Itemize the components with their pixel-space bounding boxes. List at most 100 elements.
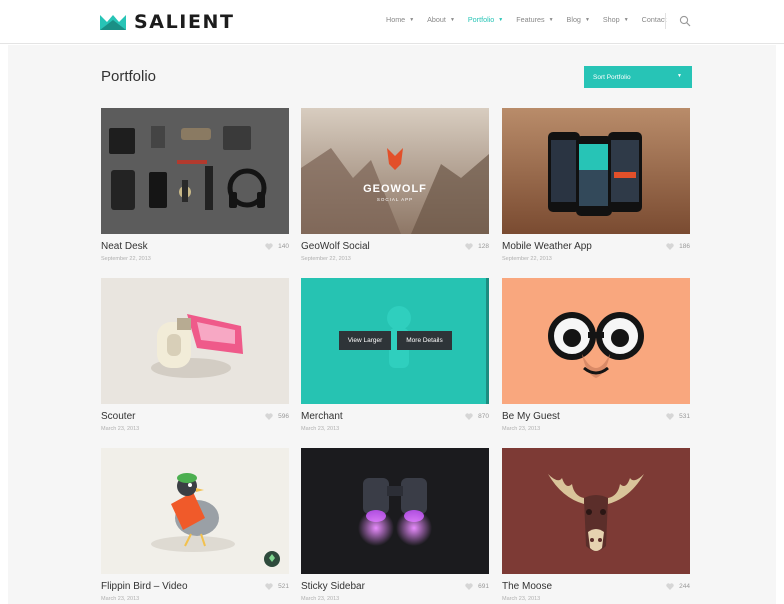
heart-icon <box>465 243 473 250</box>
portfolio-item-date: March 23, 2013 <box>502 426 541 432</box>
merchant-image <box>301 278 489 404</box>
image-caption: GEOWOLF <box>363 183 427 195</box>
chevron-down-icon: ▼ <box>623 16 629 23</box>
moose-illustration-image <box>502 448 690 574</box>
portfolio-item-the-moose: The Moose March 23, 2013 244 <box>502 448 690 602</box>
portfolio-item-neat-desk: Neat Desk September 22, 2013 140 <box>101 108 289 262</box>
portfolio-thumbnail[interactable] <box>502 448 690 574</box>
sort-label: Sort Portfolio <box>593 73 631 81</box>
bird-illustration-image <box>101 448 289 574</box>
portfolio-thumbnail[interactable] <box>502 108 690 234</box>
nav-label: Home <box>386 15 406 24</box>
portfolio-thumbnail[interactable]: GEOWOLF SOCIAL APP <box>301 108 489 234</box>
like-button[interactable]: 691 <box>465 583 489 590</box>
page-title: Portfolio <box>101 68 157 85</box>
heart-icon <box>465 413 473 420</box>
portfolio-item-flippin-bird-video: Flippin Bird – Video March 23, 2013 521 <box>101 448 289 602</box>
portfolio-item-date: September 22, 2013 <box>101 256 151 262</box>
nav-label: Blog <box>566 15 581 24</box>
nav-item-blog[interactable]: Blog ▼ <box>567 15 590 24</box>
image-subcaption: SOCIAL APP <box>377 197 413 202</box>
heart-icon <box>666 413 674 420</box>
like-count: 691 <box>478 583 489 590</box>
like-button[interactable]: 596 <box>265 413 289 420</box>
portfolio-thumbnail[interactable] <box>101 108 289 234</box>
portfolio-item-title[interactable]: Sticky Sidebar <box>301 581 365 592</box>
portfolio-thumbnail[interactable] <box>301 448 489 574</box>
like-button[interactable]: 128 <box>465 243 489 250</box>
like-count: 140 <box>278 243 289 250</box>
like-button[interactable]: 140 <box>265 243 289 250</box>
logo[interactable]: SALIENT <box>100 11 235 33</box>
scouter-device-image <box>101 278 289 404</box>
more-details-button[interactable]: More Details <box>397 331 452 350</box>
portfolio-item-title[interactable]: GeoWolf Social <box>301 241 370 252</box>
geowolf-landscape-image: GEOWOLF SOCIAL APP <box>301 108 489 234</box>
nav-item-home[interactable]: Home ▼ <box>386 15 414 24</box>
desk-objects-image <box>101 108 289 234</box>
portfolio-thumbnail[interactable] <box>101 448 289 574</box>
chevron-down-icon: ▼ <box>548 16 554 23</box>
heart-icon <box>666 583 674 590</box>
nav-item-contact[interactable]: Contact <box>642 15 667 24</box>
portfolio-item-title[interactable]: Mobile Weather App <box>502 241 592 252</box>
button-label: More Details <box>406 337 443 344</box>
portfolio-item-be-my-guest: Be My Guest March 23, 2013 531 <box>502 278 690 432</box>
heart-icon <box>265 583 273 590</box>
nav-label: Features <box>516 15 545 24</box>
chevron-down-icon: ▼ <box>498 16 504 23</box>
portfolio-item-date: March 23, 2013 <box>301 426 340 432</box>
portfolio-thumbnail[interactable]: View Larger More Details <box>301 278 489 404</box>
portfolio-item-title[interactable]: The Moose <box>502 581 552 592</box>
nav-label: About <box>427 15 446 24</box>
crown-logo-icon <box>100 15 126 30</box>
portfolio-item-title[interactable]: Merchant <box>301 411 343 422</box>
nav-label: Portfolio <box>467 15 495 24</box>
like-button[interactable]: 244 <box>666 583 690 590</box>
heart-icon <box>265 413 273 420</box>
search-icon[interactable] <box>679 15 691 27</box>
portfolio-item-date: March 23, 2013 <box>301 596 340 602</box>
like-count: 128 <box>478 243 489 250</box>
binoculars-image <box>301 448 489 574</box>
portfolio-item-date: March 23, 2013 <box>101 596 140 602</box>
like-button[interactable]: 521 <box>265 583 289 590</box>
portfolio-item-mobile-weather-app: Mobile Weather App September 22, 2013 18… <box>502 108 690 262</box>
like-button[interactable]: 531 <box>666 413 690 420</box>
chevron-down-icon: ▼ <box>584 16 590 23</box>
portfolio-item-date: March 23, 2013 <box>502 596 541 602</box>
portfolio-item-date: March 23, 2013 <box>101 426 140 432</box>
portfolio-item-sticky-sidebar: Sticky Sidebar March 23, 2013 691 <box>301 448 489 602</box>
weather-phones-image <box>502 108 690 234</box>
nav-item-shop[interactable]: Shop ▼ <box>603 15 629 24</box>
nav-item-portfolio[interactable]: Portfolio ▼ <box>468 15 503 24</box>
main-nav: Home ▼ About ▼ Portfolio ▼ Features ▼ Blog ▼ … <box>386 15 679 24</box>
heart-icon <box>465 583 473 590</box>
portfolio-item-scouter: Scouter March 23, 2013 596 <box>101 278 289 432</box>
like-count: 870 <box>478 413 489 420</box>
like-button[interactable]: 870 <box>465 413 489 420</box>
portfolio-item-date: September 22, 2013 <box>301 256 351 262</box>
portfolio-item-title[interactable]: Scouter <box>101 411 135 422</box>
chevron-down-icon: ▼ <box>677 73 682 79</box>
portfolio-item-merchant: View Larger More Details Merchant March … <box>301 278 489 432</box>
portfolio-thumbnail[interactable] <box>101 278 289 404</box>
nav-item-about[interactable]: About ▼ <box>427 15 455 24</box>
portfolio-item-date: September 22, 2013 <box>502 256 552 262</box>
heart-icon <box>265 243 273 250</box>
chevron-down-icon: ▼ <box>409 16 415 23</box>
like-count: 531 <box>679 413 690 420</box>
sort-portfolio-dropdown[interactable]: Sort Portfolio ▼ <box>584 66 692 88</box>
like-count: 596 <box>278 413 289 420</box>
like-count: 521 <box>278 583 289 590</box>
nav-divider <box>665 13 666 29</box>
heart-icon <box>666 243 674 250</box>
portfolio-item-title[interactable]: Neat Desk <box>101 241 148 252</box>
nav-item-features[interactable]: Features ▼ <box>516 15 553 24</box>
view-larger-button[interactable]: View Larger <box>339 331 391 350</box>
portfolio-item-title[interactable]: Flippin Bird – Video <box>101 581 188 592</box>
portfolio-item-title[interactable]: Be My Guest <box>502 411 560 422</box>
portfolio-thumbnail[interactable] <box>502 278 690 404</box>
nav-label: Contact <box>641 15 667 24</box>
like-button[interactable]: 186 <box>666 243 690 250</box>
